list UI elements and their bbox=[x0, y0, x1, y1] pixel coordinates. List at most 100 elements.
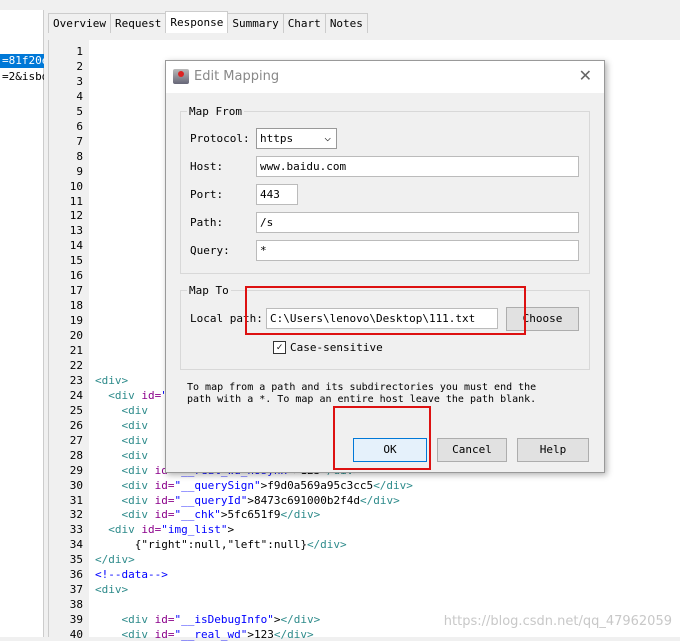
code-close: </div> bbox=[306, 538, 347, 552]
code-tag: <div bbox=[121, 628, 155, 641]
tab-notes[interactable]: Notes bbox=[324, 13, 368, 33]
line-number: 9 bbox=[76, 164, 83, 178]
tab-bar: Overview Request Response Summary Chart Notes bbox=[48, 11, 368, 34]
line-number: 34 bbox=[69, 538, 83, 552]
host-label: Host: bbox=[190, 160, 224, 173]
session-list[interactable]: =81f20e =2&isbd bbox=[0, 10, 44, 637]
line-number: 14 bbox=[69, 239, 83, 253]
code-tag: </div> bbox=[95, 553, 135, 567]
code-id: "__querySign" bbox=[174, 478, 261, 492]
line-number: 25 bbox=[69, 403, 83, 417]
highlight-local-path bbox=[245, 286, 526, 335]
line-number: 29 bbox=[69, 463, 83, 477]
code-tag: <div bbox=[121, 493, 155, 507]
app-icon bbox=[173, 69, 189, 84]
code-tag: <div bbox=[108, 523, 142, 537]
path-label: Path: bbox=[190, 216, 224, 229]
code-tag: <div bbox=[121, 433, 155, 447]
code-line: <div bbox=[95, 449, 155, 462]
case-sensitive-label: Case-sensitive bbox=[290, 341, 383, 354]
line-number: 35 bbox=[69, 553, 83, 567]
mapping-hint: To map from a path and its subdirectorie… bbox=[187, 382, 537, 405]
code-line: <div bbox=[95, 404, 155, 417]
line-number: 30 bbox=[69, 478, 83, 492]
edit-mapping-dialog: Edit Mapping ✕ Map From Protocol: https ⌵… bbox=[165, 60, 605, 473]
code-tag: <div> bbox=[95, 373, 129, 387]
query-input[interactable]: * bbox=[256, 240, 579, 261]
line-number: 26 bbox=[69, 418, 83, 432]
close-icon[interactable]: ✕ bbox=[579, 66, 592, 85]
cancel-button[interactable]: Cancel bbox=[437, 438, 507, 462]
code-id: "img_list" bbox=[161, 523, 228, 537]
line-number: 22 bbox=[69, 358, 83, 372]
line-number-gutter: 1 2 3 4 5 6 7 8 9 10 11 12 13 14 15 16 17 18 19 20 21 22 23 24 2… bbox=[49, 40, 89, 641]
port-input[interactable]: 443 bbox=[256, 184, 298, 205]
code-line: <div id="__isDebugInfo"></div> bbox=[121, 613, 321, 627]
code-tag: <div bbox=[121, 418, 155, 432]
code-comment: <!--data--> bbox=[95, 568, 168, 582]
line-number: 33 bbox=[69, 523, 83, 537]
host-input[interactable]: www.baidu.com bbox=[256, 156, 579, 177]
protocol-select[interactable]: https ⌵ bbox=[256, 128, 337, 149]
query-label: Query: bbox=[190, 244, 230, 257]
code-tag: <div bbox=[121, 403, 155, 417]
code-close: </div> bbox=[280, 613, 321, 627]
line-number: 23 bbox=[69, 373, 83, 387]
code-tag: <div bbox=[121, 613, 155, 627]
code-tag: <div bbox=[121, 448, 155, 462]
line-number: 8 bbox=[76, 149, 83, 163]
line-number: 24 bbox=[69, 388, 83, 402]
code-tag: <div bbox=[108, 388, 142, 402]
code-close: </div> bbox=[373, 478, 413, 492]
line-number: 21 bbox=[69, 344, 83, 357]
line-number: 27 bbox=[69, 433, 83, 447]
line-number: 3 bbox=[76, 74, 83, 88]
help-button[interactable]: Help bbox=[517, 438, 589, 462]
code-tag: <div bbox=[121, 478, 155, 492]
code-tag: <div bbox=[121, 463, 155, 477]
line-number: 16 bbox=[69, 269, 83, 283]
code-tag: <div> bbox=[95, 583, 129, 597]
code-line: <div> bbox=[95, 374, 128, 387]
tab-request[interactable]: Request bbox=[109, 13, 167, 33]
code-close: </div> bbox=[280, 508, 321, 522]
session-row[interactable]: =2&isbd bbox=[0, 70, 44, 83]
tab-chart[interactable]: Chart bbox=[282, 13, 326, 33]
toolbar bbox=[0, 0, 680, 8]
line-number: 37 bbox=[69, 583, 83, 597]
code-line: <div id="__queryId">8473c691000b2f4d</di… bbox=[121, 493, 400, 507]
tab-response[interactable]: Response bbox=[165, 11, 229, 33]
line-number: 28 bbox=[69, 448, 83, 462]
code-line: <div id="l bbox=[95, 388, 174, 402]
code-line: <div id="__real_wd">123</div> bbox=[121, 628, 314, 641]
port-label: Port: bbox=[190, 188, 224, 201]
line-number: 32 bbox=[69, 508, 83, 522]
code-id: "__isDebugInfo" bbox=[174, 613, 274, 627]
code-id: "__queryId" bbox=[174, 493, 248, 507]
line-number: 38 bbox=[69, 598, 83, 612]
code-line: <div> bbox=[95, 583, 128, 596]
code-text: > bbox=[227, 523, 235, 537]
path-input[interactable]: /s bbox=[256, 212, 579, 233]
code-text: >123 bbox=[247, 628, 274, 641]
line-number: 31 bbox=[69, 493, 83, 507]
code-close: </div> bbox=[359, 493, 400, 507]
tab-overview[interactable]: Overview bbox=[48, 13, 111, 33]
code-line: <div id="img_list"> bbox=[108, 523, 235, 537]
code-line: </div> bbox=[95, 553, 135, 566]
protocol-label: Protocol: bbox=[190, 132, 250, 145]
map-from-group: Map From Protocol: https ⌵ Host: www.baid… bbox=[180, 105, 590, 274]
line-number: 11 bbox=[69, 194, 83, 208]
line-number: 36 bbox=[69, 568, 83, 582]
line-number: 19 bbox=[69, 314, 83, 328]
code-text: >8473c691000b2f4d bbox=[247, 493, 360, 507]
dialog-title-bar[interactable]: Edit Mapping ✕ bbox=[166, 61, 604, 93]
code-id: "__chk" bbox=[174, 508, 221, 522]
code-text: >f9d0a569a95c3cc5 bbox=[260, 478, 374, 492]
line-number: 6 bbox=[76, 119, 83, 133]
session-row-selected[interactable]: =81f20e bbox=[0, 54, 44, 68]
case-sensitive-checkbox[interactable]: ✓ bbox=[273, 341, 286, 354]
code-text: {"right":null,"left":null} bbox=[134, 538, 307, 552]
code-line: <div id="__chk">5fc651f9</div> bbox=[121, 508, 321, 522]
tab-summary[interactable]: Summary bbox=[227, 13, 284, 33]
